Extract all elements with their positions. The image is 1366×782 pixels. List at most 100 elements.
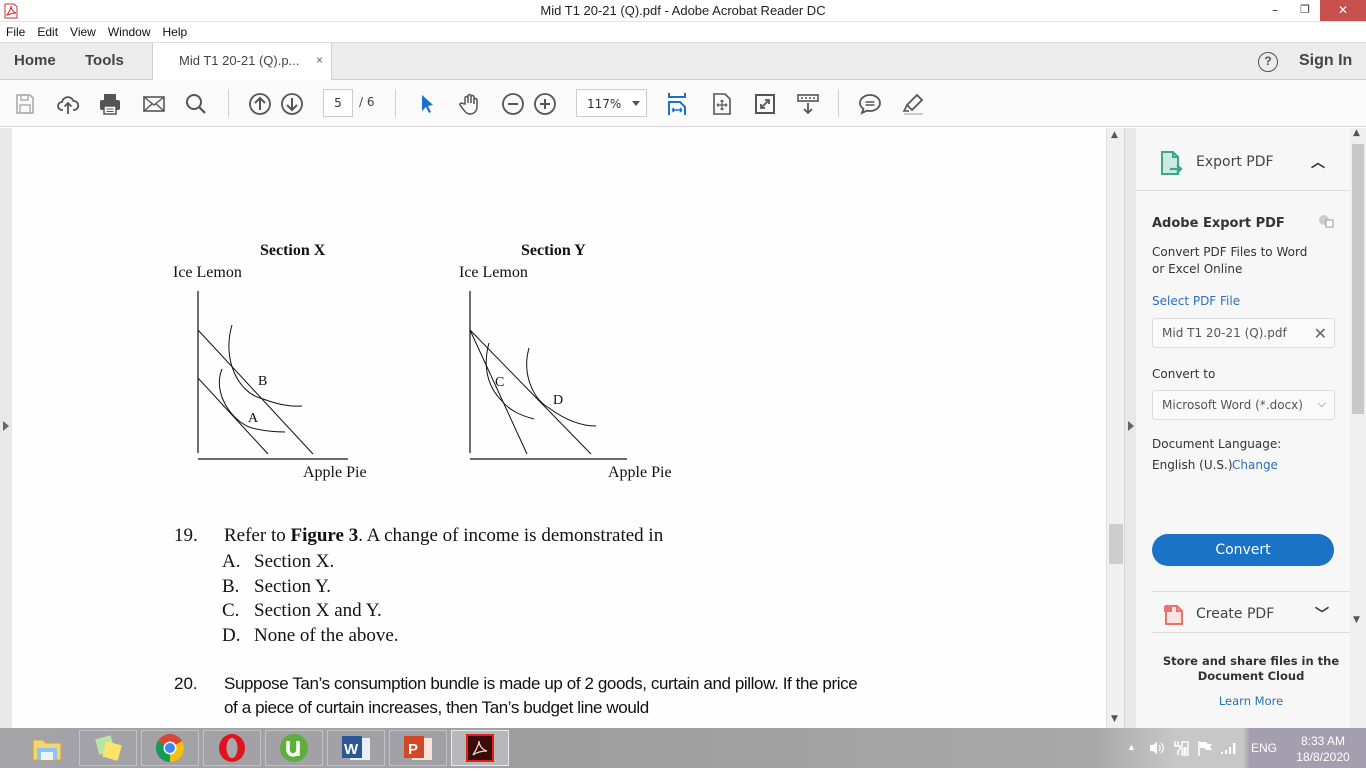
volume-icon[interactable] (1148, 740, 1166, 756)
selected-file-name: Mid T1 20-21 (Q).pdf (1162, 326, 1287, 340)
taskbar-chrome[interactable] (141, 730, 199, 766)
hand-icon[interactable] (457, 91, 483, 117)
taskbar-word[interactable]: W (327, 730, 385, 766)
document-scrollbar[interactable]: ▲ ▼ (1106, 128, 1124, 728)
scroll-mode-icon[interactable] (795, 91, 821, 117)
create-pdf-icon (1164, 605, 1183, 625)
help-icon[interactable]: ? (1258, 52, 1278, 72)
zoom-in-icon[interactable] (532, 91, 558, 117)
document-scrollbar-thumb[interactable] (1109, 524, 1123, 564)
tab-home[interactable]: Home (14, 52, 56, 69)
email-icon[interactable] (141, 91, 167, 117)
convert-format-select[interactable]: Microsoft Word (*.docx) ⌵ (1152, 390, 1335, 420)
scroll-up-icon[interactable]: ▲ (1353, 128, 1360, 138)
option-c: C. Section X and Y. (222, 599, 399, 624)
taskbar-opera[interactable] (203, 730, 261, 766)
change-language-link[interactable]: Change (1232, 458, 1278, 472)
convert-button[interactable]: Convert (1152, 534, 1334, 566)
expand-left-pane-icon (3, 421, 9, 431)
scroll-down-icon[interactable]: ▼ (1353, 615, 1360, 625)
page-number-input[interactable]: 5 (323, 89, 353, 117)
figure-x-diagram: B A (197, 291, 348, 460)
power-icon[interactable] (1173, 739, 1189, 757)
show-hidden-icons[interactable]: ▲ (1127, 742, 1136, 782)
svg-text:P: P (408, 741, 418, 758)
fit-page-icon[interactable] (709, 91, 735, 117)
menu-help[interactable]: Help (157, 22, 194, 39)
taskbar-sticky-notes[interactable] (79, 730, 137, 766)
right-panel-scrollbar[interactable]: ▲ ▼ (1350, 128, 1366, 728)
save-icon[interactable] (12, 91, 38, 117)
learn-more-link[interactable]: Learn More (1152, 694, 1350, 708)
figure-y-budget-line-steep (469, 329, 528, 455)
sign-in-button[interactable]: Sign In (1299, 52, 1352, 70)
taskbar-powerpoint[interactable]: P (389, 730, 447, 766)
clear-file-icon[interactable]: ✕ (1314, 324, 1327, 343)
comment-icon[interactable] (857, 91, 883, 117)
figure-x-xlabel: Apple Pie (303, 464, 367, 481)
input-language[interactable]: ENG (1251, 741, 1277, 781)
right-pane-toggle[interactable] (1124, 128, 1136, 728)
chrome-icon (156, 734, 184, 762)
scroll-up-icon[interactable]: ▲ (1111, 130, 1118, 140)
network-signal-icon[interactable] (1220, 741, 1238, 755)
fit-width-icon[interactable] (665, 91, 691, 117)
menu-window[interactable]: Window (102, 22, 157, 39)
search-icon[interactable] (183, 91, 209, 117)
create-pdf-row[interactable]: Create PDF ﹀ (1152, 591, 1350, 633)
page-down-icon[interactable] (279, 91, 305, 117)
close-tab-icon[interactable]: × (316, 53, 323, 67)
tab-document[interactable]: Mid T1 20-21 (Q).p... × (152, 43, 332, 80)
document-language-value: English (U.S.) (1152, 458, 1233, 472)
action-center-flag-icon[interactable] (1197, 739, 1213, 757)
restore-button[interactable]: ❐ (1290, 0, 1320, 21)
document-tab-label: Mid T1 20-21 (Q).p... (179, 53, 300, 68)
chevron-down-icon[interactable]: ﹀ (1315, 604, 1329, 624)
right-panel-scrollbar-thumb[interactable] (1352, 144, 1364, 414)
left-pane-toggle[interactable] (0, 128, 12, 728)
export-pdf-header[interactable]: Export PDF ︿ (1136, 128, 1350, 191)
chevron-up-icon[interactable]: ︿ (1311, 152, 1325, 172)
option-text: Section X and Y. (254, 600, 382, 622)
fullscreen-icon[interactable] (752, 91, 778, 117)
page-up-icon[interactable] (247, 91, 273, 117)
menu-file[interactable]: File (0, 22, 31, 39)
question-20-line-1: Suppose Tan’s consumption bundle is made… (224, 674, 858, 693)
point-b-label: B (258, 374, 267, 389)
upload-icon[interactable] (55, 91, 81, 117)
system-clock[interactable]: 8:33 AM 18/8/2020 (1290, 733, 1356, 773)
highlight-icon[interactable] (900, 91, 926, 117)
zoom-out-icon[interactable] (500, 91, 526, 117)
sticky-notes-icon (95, 735, 122, 761)
window-title: Mid T1 20-21 (Q).pdf - Adobe Acrobat Rea… (540, 3, 826, 18)
option-letter: B. (222, 575, 240, 597)
file-explorer-icon (32, 739, 62, 761)
export-pdf-panel: Export PDF ︿ Adobe Export PDF Convert PD… (1136, 128, 1350, 728)
figure-x-ylabel: Ice Lemon (173, 264, 242, 281)
option-letter: D. (222, 625, 241, 647)
question-19-prefix: Refer to (224, 525, 291, 546)
taskbar-acrobat-reader[interactable] (451, 730, 509, 766)
taskbar-file-explorer[interactable] (18, 730, 76, 766)
zoom-level-select[interactable]: 117% (576, 89, 647, 117)
opera-icon (219, 734, 245, 762)
menu-view[interactable]: View (64, 22, 102, 39)
print-icon[interactable] (97, 91, 123, 117)
close-button[interactable]: ✕ (1320, 0, 1366, 21)
title-bar: Mid T1 20-21 (Q).pdf - Adobe Acrobat Rea… (0, 0, 1366, 22)
taskbar-utorrent[interactable] (265, 730, 323, 766)
selected-file-field[interactable]: Mid T1 20-21 (Q).pdf ✕ (1152, 318, 1335, 348)
figure-y-diagram: C D (469, 291, 627, 460)
question-19-suffix: . A change of income is demonstrated in (358, 525, 664, 546)
question-19-figure-ref: Figure 3 (290, 525, 359, 546)
scroll-down-icon[interactable]: ▼ (1111, 714, 1118, 724)
select-pdf-file-link[interactable]: Select PDF File (1152, 294, 1240, 308)
question-20-number: 20. (174, 674, 198, 693)
minimize-button[interactable]: – (1260, 0, 1290, 21)
tab-tools[interactable]: Tools (85, 52, 124, 69)
figure-x-title: Section X (260, 242, 326, 259)
option-text: None of the above. (254, 625, 399, 647)
menu-edit[interactable]: Edit (31, 22, 64, 39)
select-cursor-icon[interactable] (414, 91, 440, 117)
figure-y-indifference-curve-d (526, 347, 597, 427)
